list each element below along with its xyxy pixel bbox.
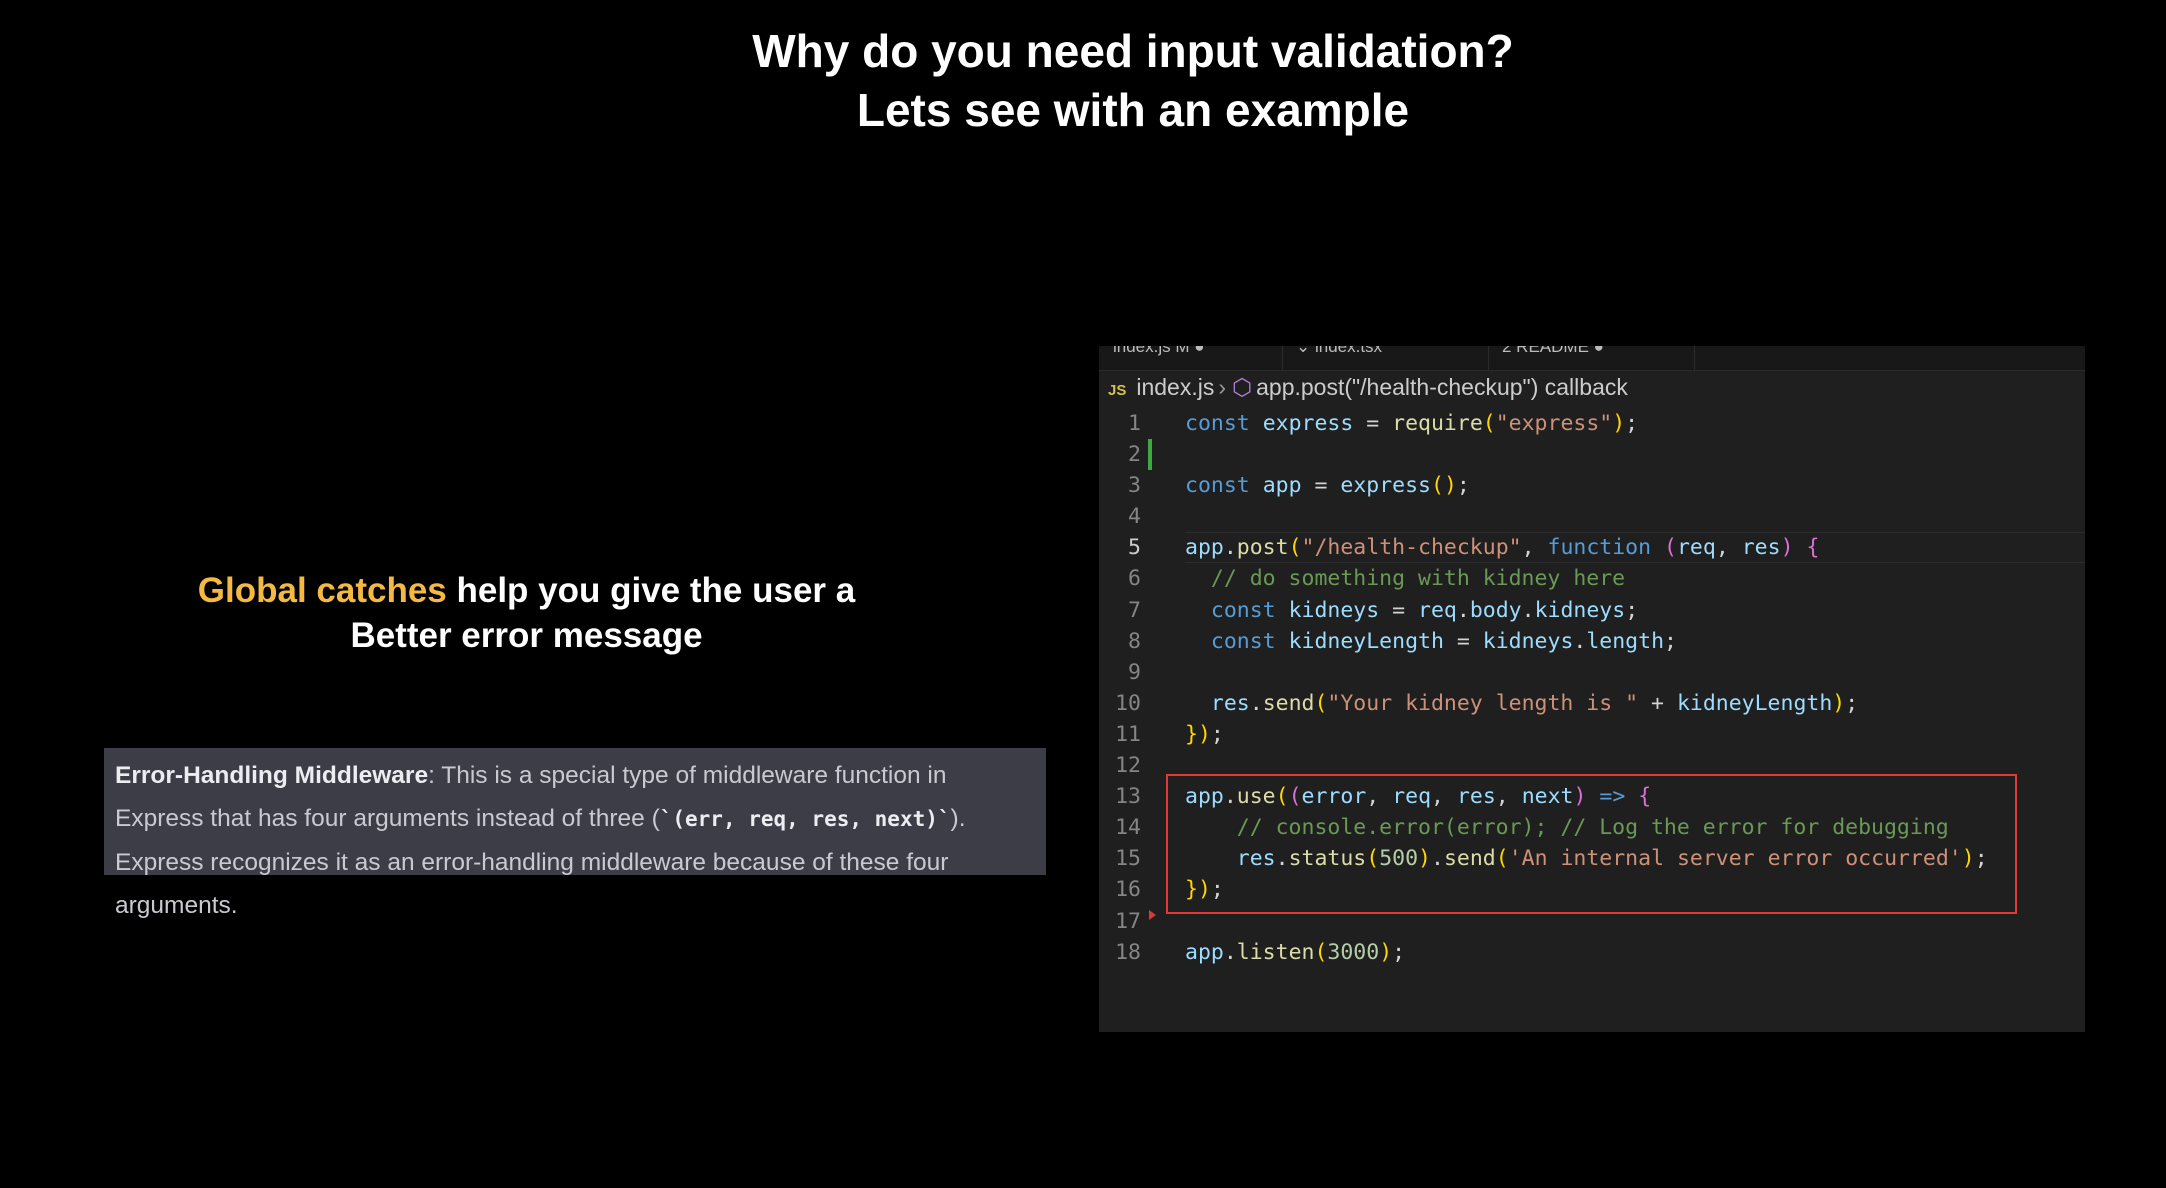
line-number: 12 bbox=[1115, 753, 1141, 779]
tagline: Global catches help you give the user a … bbox=[90, 568, 963, 658]
line-number: 13 bbox=[1115, 784, 1141, 810]
line-code: }); bbox=[1185, 721, 1224, 747]
line-number: 2 bbox=[1128, 442, 1141, 468]
line-number: 17 bbox=[1115, 908, 1141, 934]
error-middleware-highlight-box bbox=[1166, 774, 2017, 914]
code-editor-screenshot: index.js M ● ⌄ index.tsx 2 README ● JS in… bbox=[1099, 346, 2085, 1032]
line-number: 1 bbox=[1128, 411, 1141, 436]
chevron-right-icon: › bbox=[1218, 374, 1227, 400]
error-middleware-note: Error-Handling Middleware: This is a spe… bbox=[104, 748, 1046, 919]
line-number: 4 bbox=[1128, 504, 1141, 530]
line-number: 10 bbox=[1115, 690, 1141, 716]
code-line[interactable]: 6 // do something with kidney here bbox=[1099, 563, 2085, 594]
git-modified-marker[interactable] bbox=[1148, 439, 1152, 471]
code-line[interactable]: 7 const kidneys = req.body.kidneys; bbox=[1099, 595, 2085, 626]
code-line[interactable]: 11}); bbox=[1099, 719, 2085, 750]
slide-title: Why do you need input validation? Lets s… bbox=[0, 22, 2166, 140]
line-code: // do something with kidney here bbox=[1210, 566, 1626, 592]
breadcrumb-file[interactable]: index.js bbox=[1136, 374, 1214, 400]
line-number: 15 bbox=[1115, 846, 1141, 872]
code-line[interactable]: 3 const app = express(); bbox=[1099, 470, 2085, 501]
code-line[interactable]: 1 const express = require("express"); bbox=[1099, 408, 2085, 439]
code-line[interactable]: 2 bbox=[1099, 439, 2085, 471]
line-number: 18 bbox=[1115, 939, 1141, 965]
code-line[interactable]: 18 app.listen(3000); bbox=[1099, 937, 2085, 968]
tagline-highlight: Global catches bbox=[197, 571, 447, 610]
line-code: const kidneys = req.body.kidneys; bbox=[1210, 597, 1639, 623]
line-number: 5 bbox=[1128, 535, 1141, 561]
tab-index-js[interactable]: index.js M ● bbox=[1099, 346, 1283, 370]
js-file-icon: JS bbox=[1108, 382, 1127, 399]
line-number: 14 bbox=[1115, 815, 1141, 841]
line-code: app.post("/health-checkup", function (re… bbox=[1185, 535, 1820, 561]
symbol-method-icon: ⬡ bbox=[1232, 374, 1253, 400]
line-number: 7 bbox=[1128, 597, 1141, 623]
note-term: Error-Handling Middleware bbox=[115, 762, 429, 789]
tagline-line-2: Better error message bbox=[350, 616, 703, 655]
line-code: const app = express(); bbox=[1185, 473, 1470, 499]
line-number: 3 bbox=[1128, 473, 1141, 499]
breadcrumb: JS index.js › ⬡ app.post("/health-checkup") … bbox=[1099, 372, 2085, 402]
code-line[interactable]: 8 const kidneyLength = kidneys.length; bbox=[1099, 626, 2085, 657]
git-deleted-marker[interactable] bbox=[1149, 909, 1156, 920]
tagline-rest: help you give the user a bbox=[446, 571, 856, 610]
code-line[interactable]: 10 res.send("Your kidney length is " + k… bbox=[1099, 688, 2085, 719]
line-code: res.send("Your kidney length is " + kidn… bbox=[1210, 690, 1859, 716]
title-line-2: Lets see with an example bbox=[856, 84, 1410, 136]
breadcrumb-symbol[interactable]: app.post("/health-checkup") callback bbox=[1256, 374, 1628, 400]
code-line[interactable]: 5 app.post("/health-checkup", function (r… bbox=[1099, 532, 2085, 564]
code-line[interactable]: 4 bbox=[1099, 501, 2085, 532]
line-number: 9 bbox=[1128, 659, 1141, 685]
code-line[interactable]: 9 bbox=[1099, 657, 2085, 688]
tab-readme[interactable]: 2 README ● bbox=[1488, 346, 1695, 370]
note-code: `(err, req, res, next)` bbox=[659, 807, 951, 831]
line-code: app.listen(3000); bbox=[1185, 939, 1406, 965]
line-code: const kidneyLength = kidneys.length; bbox=[1210, 628, 1677, 654]
title-line-1: Why do you need input validation? bbox=[752, 25, 1514, 77]
line-number: 8 bbox=[1128, 628, 1141, 654]
tab-index-tsx[interactable]: ⌄ index.tsx bbox=[1282, 346, 1489, 370]
line-code: const express = require("express"); bbox=[1185, 411, 1639, 436]
line-number: 16 bbox=[1115, 877, 1141, 903]
line-number: 6 bbox=[1128, 566, 1141, 592]
editor-tab-bar: index.js M ● ⌄ index.tsx 2 README ● bbox=[1099, 346, 2085, 371]
line-number: 11 bbox=[1115, 721, 1141, 747]
